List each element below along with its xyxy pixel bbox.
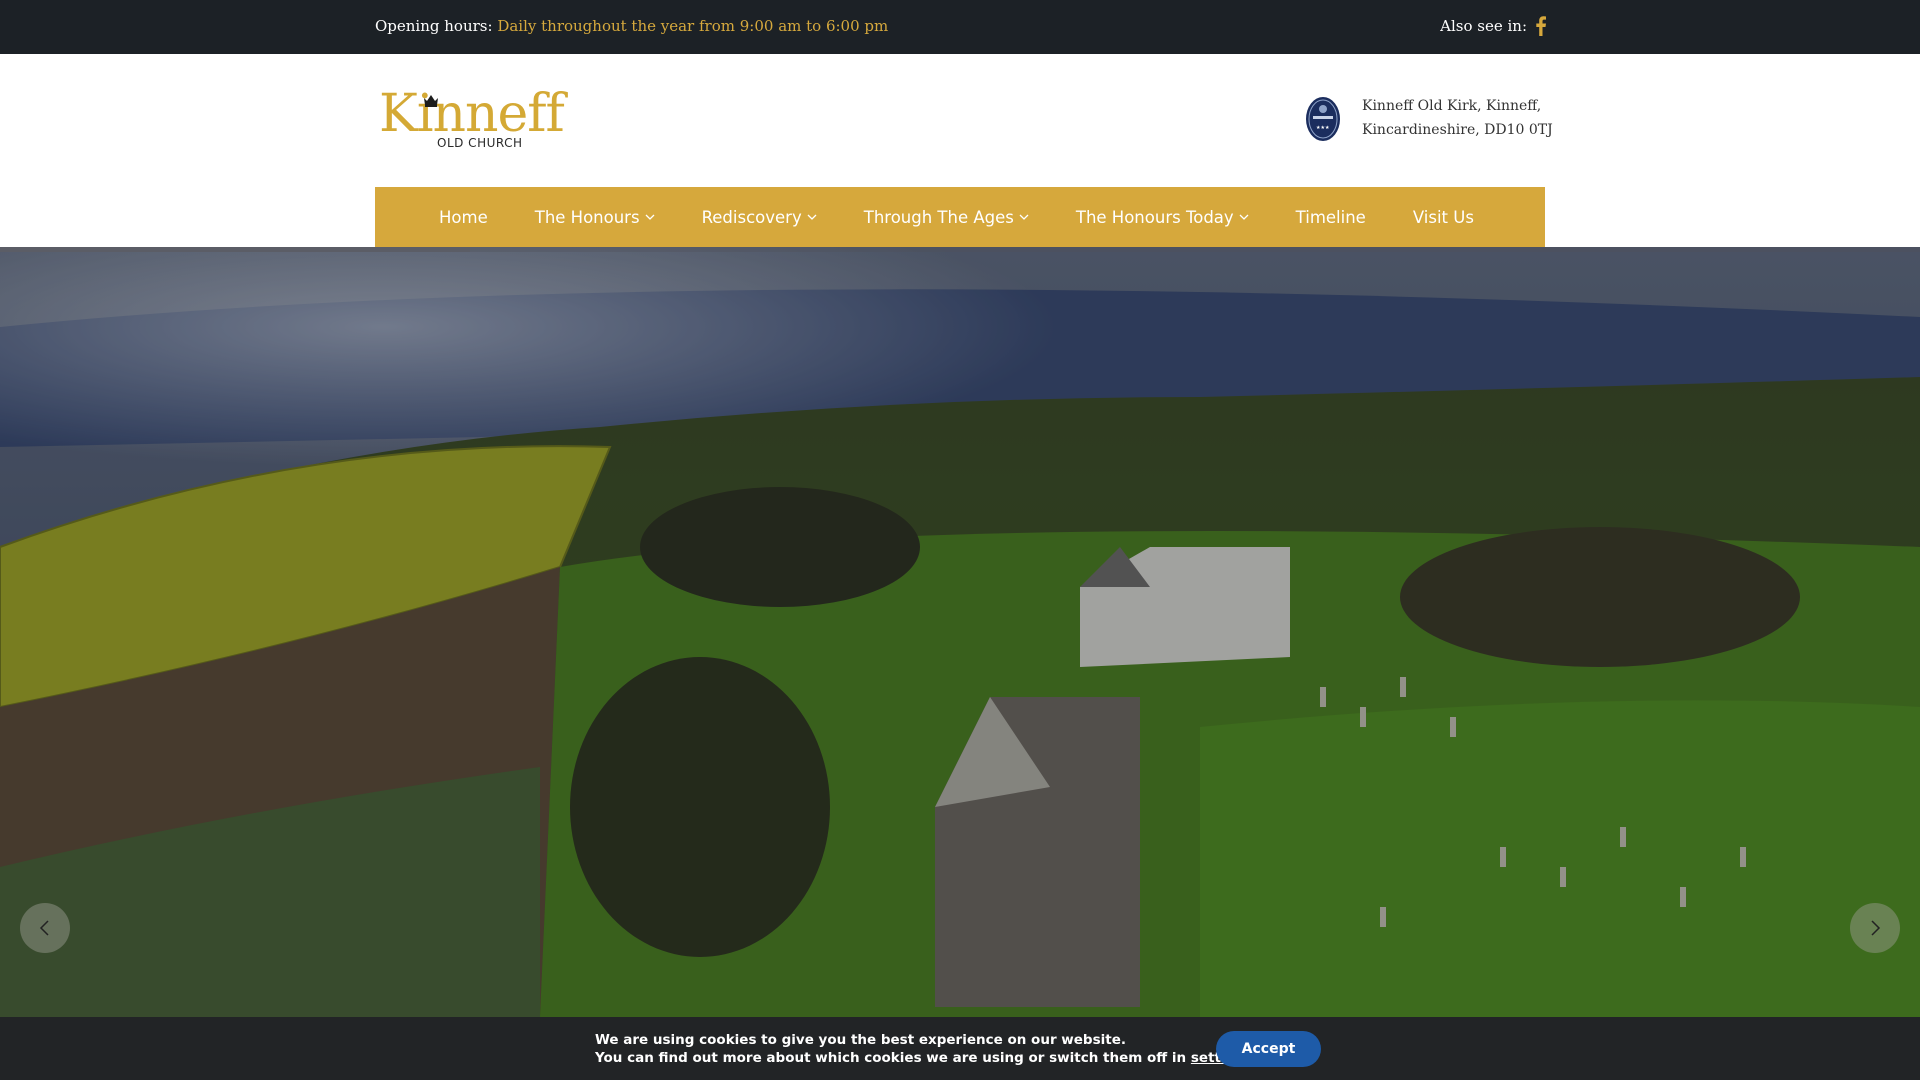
nav-item-label: Timeline [1295,207,1366,227]
address-line-2: Kincardineshire, DD10 0TJ [1362,122,1553,138]
site-logo[interactable]: Kinneff OLD CHURCH [375,86,565,152]
cookie-message: We are using cookies to give you the bes… [595,1031,1258,1067]
address-line-1: Kinneff Old Kirk, Kinneff, [1362,98,1542,114]
hero-image [0,247,1920,1017]
slide-progress-bar [0,247,471,252]
top-bar: Opening hours: Daily throughout the year… [0,0,1920,54]
also-see-label: Also see in: [1440,17,1527,35]
nav-item-label: Rediscovery [701,207,802,227]
svg-text:★★★: ★★★ [1316,125,1330,131]
chevron-down-icon [1019,214,1029,220]
tourism-badge-icon: ★★★ [1306,97,1340,141]
facebook-icon[interactable] [1536,16,1546,36]
address: Kinneff Old Kirk, Kinneff, Kincardineshi… [1362,94,1553,142]
cookie-line-2-text: You can find out more about which cookie… [595,1050,1191,1066]
cookie-line-1: We are using cookies to give you the bes… [595,1032,1126,1048]
chevron-right-icon [1871,920,1881,936]
nav-item-through-the-ages[interactable]: Through The Ages [864,208,1029,227]
chevron-down-icon [1239,214,1249,220]
opening-hours-value: Daily throughout the year from 9:00 am t… [497,17,889,35]
cookie-banner: We are using cookies to give you the bes… [0,1017,1920,1080]
crown-icon [424,95,438,107]
nav-item-label: The Honours [534,207,640,227]
logo-wordmark: Kinneff [379,84,565,144]
slider-next-button[interactable] [1850,903,1900,953]
opening-hours-label: Opening hours: [375,17,493,35]
logo-subtitle: OLD CHURCH [437,136,523,150]
cookie-accept-button[interactable]: Accept [1216,1031,1321,1067]
nav-item-timeline[interactable]: Timeline [1296,208,1366,227]
nav-item-home[interactable]: Home [439,208,488,227]
slider-prev-button[interactable] [20,903,70,953]
nav-item-label: Home [439,207,488,227]
nav-item-rediscovery[interactable]: Rediscovery [702,208,817,227]
chevron-down-icon [807,214,817,220]
nav-item-the-honours[interactable]: The Honours [535,208,655,227]
nav-item-label: Visit Us [1412,207,1474,227]
nav-item-the-honours-today[interactable]: The Honours Today [1076,208,1249,227]
nav-item-visit-us[interactable]: Visit Us [1413,208,1474,227]
chevron-down-icon [645,214,655,220]
nav-item-label: The Honours Today [1075,207,1234,227]
cookie-line-2: You can find out more about which cookie… [595,1049,1258,1067]
chevron-left-icon [39,920,49,936]
main-nav: Home The Honours Rediscovery Through The Ag… [375,187,1545,247]
hero-slider[interactable] [0,247,1920,1017]
opening-hours: Opening hours: Daily throughout the year… [375,17,888,35]
nav-item-label: Through The Ages [863,207,1014,227]
